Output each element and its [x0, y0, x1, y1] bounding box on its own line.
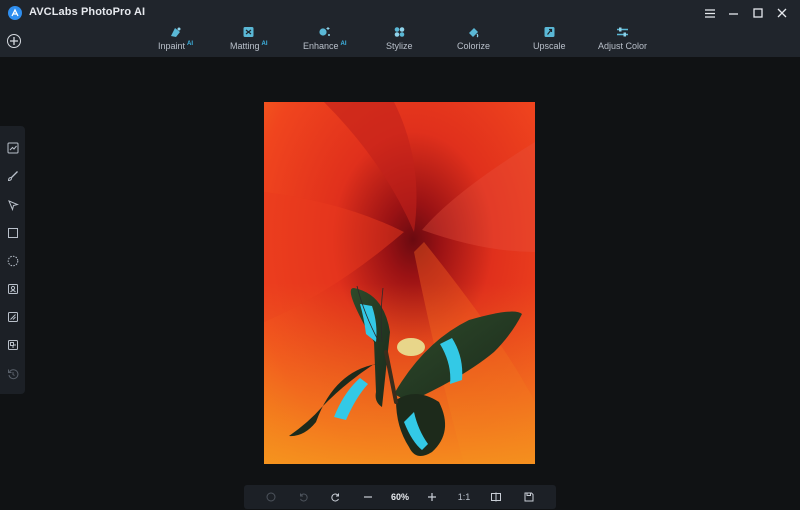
image-canvas[interactable]: [264, 102, 535, 464]
enhance-icon: [319, 27, 331, 36]
title-bar: AVCLabs PhotoPro AI Inpaint AI Matting AI …: [0, 0, 800, 57]
layers-icon[interactable]: [6, 338, 19, 351]
brush-icon[interactable]: [6, 169, 19, 182]
tab-inpaint-label: Inpaint: [158, 41, 186, 51]
history-icon[interactable]: [6, 367, 19, 380]
tab-colorize[interactable]: Colorize: [457, 26, 490, 54]
app-title: AVCLabs PhotoPro AI: [29, 6, 146, 18]
select-arrow-icon[interactable]: [6, 198, 19, 211]
split-view-icon[interactable]: [489, 490, 503, 504]
app-logo-icon: [8, 6, 22, 20]
reset-icon[interactable]: [264, 490, 278, 504]
tab-enhance[interactable]: Enhance AI: [303, 26, 347, 54]
tab-stylize-label: Stylize: [386, 41, 413, 51]
maximize-icon[interactable]: [748, 5, 768, 21]
tab-colorize-label: Colorize: [457, 41, 491, 51]
tab-inpaint[interactable]: Inpaint AI: [158, 26, 193, 54]
tab-adjust-color[interactable]: Adjust Color: [598, 26, 647, 54]
tab-upscale[interactable]: Upscale: [533, 26, 566, 54]
tab-upscale-label: Upscale: [533, 41, 566, 51]
redo-icon[interactable]: [329, 490, 343, 504]
tab-adjust-color-label: Adjust Color: [598, 41, 648, 51]
lasso-icon[interactable]: [6, 254, 19, 267]
portrait-icon[interactable]: [6, 282, 19, 295]
zoom-in-button[interactable]: [425, 490, 439, 504]
tab-matting-label: Matting: [230, 41, 260, 51]
undo-icon[interactable]: [296, 490, 310, 504]
tab-enhance-label: Enhance: [303, 41, 339, 51]
inpaint-icon: [171, 27, 181, 37]
upscale-icon: [544, 27, 555, 37]
save-icon[interactable]: [522, 490, 536, 504]
zoom-level: 60%: [390, 492, 409, 502]
actual-size-button[interactable]: 1:1: [456, 490, 472, 504]
compare-icon[interactable]: [6, 141, 19, 154]
close-icon[interactable]: [772, 5, 792, 21]
ai-badge: AI: [261, 41, 268, 47]
adjust-color-icon: [617, 27, 629, 37]
minimize-icon[interactable]: [724, 5, 744, 21]
tab-stylize[interactable]: Stylize: [386, 26, 413, 54]
rectangle-select-icon[interactable]: [6, 226, 19, 239]
butterfly-flower-photo: [264, 102, 535, 464]
stylize-icon: [394, 27, 405, 37]
add-image-button[interactable]: [7, 34, 21, 48]
ai-badge: AI: [340, 41, 347, 47]
colorize-icon: [469, 28, 479, 38]
left-toolbar: [0, 126, 25, 394]
menu-icon[interactable]: [700, 5, 720, 21]
ai-badge: AI: [187, 41, 194, 47]
tab-matting[interactable]: Matting AI: [230, 26, 268, 54]
bottom-toolbar: 60% 1:1: [244, 485, 556, 509]
matting-icon: [243, 27, 254, 37]
zoom-out-button[interactable]: [361, 490, 375, 504]
window-controls: [700, 5, 792, 21]
object-icon[interactable]: [6, 310, 19, 323]
